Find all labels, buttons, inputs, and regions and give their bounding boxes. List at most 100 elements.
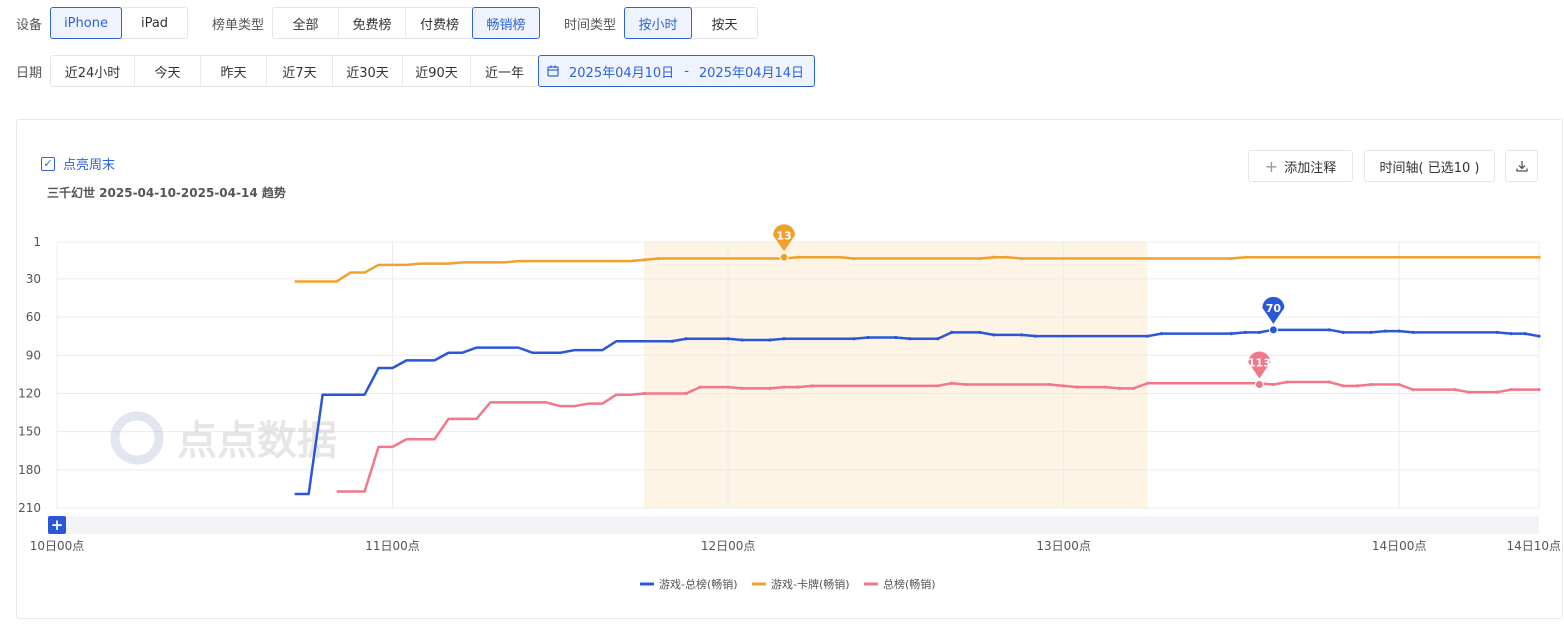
- series-point: [782, 385, 786, 389]
- series-point: [656, 256, 660, 261]
- x-tick-label: 11日00点: [365, 539, 420, 553]
- series-point: [1145, 334, 1150, 338]
- y-tick-label: 90: [26, 348, 41, 362]
- marker-point: [779, 252, 789, 262]
- series-point: [1243, 330, 1247, 334]
- list-type-free[interactable]: 免费榜: [338, 8, 405, 38]
- legend-label: 游戏-卡牌(畅销): [771, 577, 850, 591]
- time-type-label: 时间类型: [564, 17, 617, 33]
- series-point: [992, 333, 996, 337]
- legend-label: 总榜(畅销): [883, 577, 936, 591]
- plus-icon: +: [51, 516, 64, 534]
- weekend-highlight: [644, 242, 1148, 508]
- series-point: [978, 256, 982, 261]
- device-label: 设备: [16, 17, 43, 33]
- series-point: [1131, 386, 1136, 390]
- series-point: [796, 385, 800, 389]
- date-preset-1y[interactable]: 近一年: [470, 56, 538, 86]
- series-point: [1257, 330, 1261, 334]
- x-tick-label: 14日00点: [1372, 539, 1427, 553]
- series-point: [642, 258, 646, 262]
- marker-label: 113: [1248, 357, 1271, 370]
- series-point: [1523, 332, 1527, 336]
- series-point: [684, 391, 688, 396]
- series-point: [1495, 330, 1499, 334]
- date-preset-7d[interactable]: 近7天: [266, 56, 332, 86]
- marker-point: [1268, 325, 1278, 335]
- series-point: [740, 386, 744, 390]
- series-point: [1537, 388, 1541, 392]
- series-point: [838, 255, 842, 259]
- marker-label: 70: [1266, 302, 1282, 315]
- date-preset-30d[interactable]: 近30天: [332, 56, 402, 86]
- list-type-paid[interactable]: 付费榜: [405, 8, 473, 38]
- watermark-icon: [110, 411, 164, 465]
- range-slider-track: [57, 516, 1539, 534]
- series-point: [1020, 333, 1024, 337]
- x-tick-label: 13日00点: [1036, 539, 1091, 553]
- series-point: [1509, 332, 1513, 336]
- date-presets: 近24小时 今天 昨天 近7天 近30天 近90天 近一年: [50, 55, 540, 87]
- series-point: [1397, 329, 1401, 333]
- series-point: [1495, 390, 1499, 394]
- series-point: [1327, 328, 1331, 332]
- series-point: [1341, 384, 1345, 388]
- trend-panel: ✓ 点亮周末 三千幻世 2025-04-10-2025-04-14 趋势 + 添…: [16, 119, 1563, 619]
- watermark-logo: 点点数据: [110, 411, 337, 465]
- series-point: [1145, 381, 1150, 385]
- series-point: [936, 337, 940, 341]
- series-point: [1048, 382, 1052, 387]
- date-preset-24h[interactable]: 近24小时: [51, 56, 134, 86]
- list-type-all[interactable]: 全部: [273, 8, 338, 38]
- series-point: [670, 339, 674, 343]
- date-preset-90d[interactable]: 近90天: [402, 56, 470, 86]
- time-type-daily[interactable]: 按天: [691, 8, 757, 38]
- series-point: [726, 385, 730, 389]
- list-type-grossing[interactable]: 畅销榜: [472, 7, 541, 39]
- date-label: 日期: [16, 65, 43, 81]
- series-point: [1076, 385, 1080, 389]
- marker-point: [1254, 380, 1264, 390]
- series-point: [1271, 382, 1275, 387]
- series-point: [950, 381, 954, 385]
- date-preset-yesterday[interactable]: 昨天: [200, 56, 266, 86]
- device-option-iphone[interactable]: iPhone: [50, 7, 123, 39]
- series-point: [894, 335, 898, 340]
- date-range-separator: -: [684, 63, 689, 79]
- series-point: [684, 337, 688, 341]
- series-point: [1369, 330, 1373, 334]
- x-tick-label: 10日00点: [30, 539, 85, 553]
- date-range-picker[interactable]: 2025年04月10日 - 2025年04月14日: [538, 55, 816, 87]
- series-point: [642, 391, 646, 396]
- device-option-ipad[interactable]: iPad: [121, 8, 187, 38]
- series-point: [1509, 388, 1513, 392]
- time-type-hourly[interactable]: 按小时: [624, 7, 693, 39]
- series-point: [1453, 388, 1457, 392]
- series-point: [1229, 256, 1234, 261]
- series-point: [1020, 256, 1024, 261]
- series-point: [1537, 255, 1541, 259]
- series-point: [1103, 385, 1108, 389]
- calendar-icon: [547, 65, 559, 77]
- y-tick-label: 210: [18, 501, 41, 515]
- series-point: [866, 335, 870, 340]
- series-point: [1341, 330, 1345, 334]
- series-point: [1062, 384, 1066, 388]
- trend-chart: 1 30 60 90 120 150 180 210 10日00点 11日00点 12日00点 13日…: [18, 224, 1561, 591]
- series-point: [852, 256, 856, 261]
- list-type-switch: 全部 免费榜 付费榜 畅销榜: [272, 7, 541, 39]
- time-type-switch: 按小时 按天: [624, 7, 759, 39]
- series-point: [1467, 390, 1471, 394]
- series-point: [936, 384, 940, 388]
- x-tick-label: 14日10点: [1506, 539, 1561, 553]
- series-point: [1034, 334, 1038, 338]
- series-point: [1327, 380, 1331, 384]
- y-tick-label: 60: [26, 310, 41, 324]
- y-tick-label: 30: [26, 272, 41, 286]
- y-tick-label: 180: [18, 463, 41, 477]
- series-point: [1397, 382, 1401, 387]
- series-point: [796, 255, 800, 259]
- series-point: [1285, 380, 1289, 384]
- date-preset-today[interactable]: 今天: [134, 56, 200, 86]
- series-point: [852, 337, 856, 341]
